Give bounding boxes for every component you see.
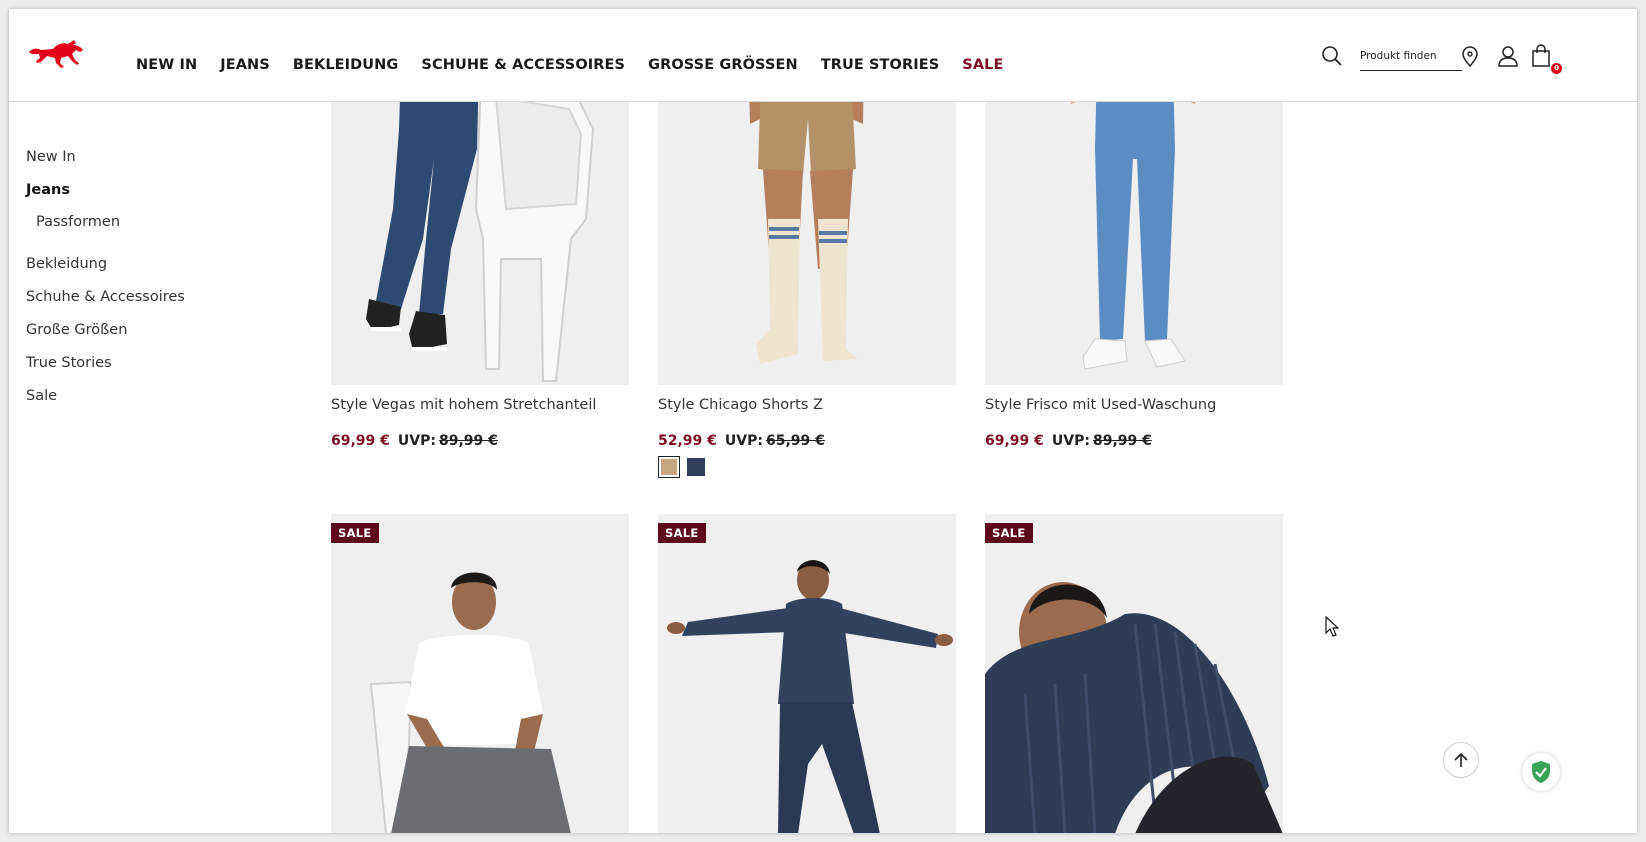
nav-grosse-groessen[interactable]: GROSSE GRÖSSEN <box>648 57 798 73</box>
location-pin-icon[interactable] <box>1461 46 1479 68</box>
nav-true-stories[interactable]: TRUE STORIES <box>821 57 940 73</box>
uvp-label: UVP: <box>1051 433 1090 449</box>
trust-badge[interactable] <box>1522 753 1560 791</box>
sidebar-item-bekleidung[interactable]: Bekleidung <box>26 248 286 281</box>
nav-sale[interactable]: SALE <box>962 57 1003 73</box>
nav-jeans[interactable]: JEANS <box>220 57 270 73</box>
product-photo-white-tee-seated <box>331 514 629 833</box>
main-nav: NEW IN JEANS BEKLEIDUNG SCHUHE & ACCESSO… <box>136 57 1027 73</box>
product-photo-navy-sweater-dancing <box>658 514 956 833</box>
sale-price: 69,99 € <box>985 433 1044 449</box>
sale-badge: SALE <box>331 523 379 543</box>
cart-count-badge: 0 <box>1551 63 1562 74</box>
product-title[interactable]: Style Chicago Shorts Z <box>658 397 823 413</box>
shopping-bag-icon[interactable] <box>1531 44 1551 68</box>
color-swatches <box>658 456 705 478</box>
product-image[interactable] <box>658 514 956 833</box>
color-swatch-beige[interactable] <box>658 456 680 478</box>
original-price: 65,99 € <box>765 433 825 449</box>
product-image[interactable] <box>331 514 629 833</box>
sidebar-item-grosse-groessen[interactable]: Große Größen <box>26 314 286 347</box>
product-image[interactable] <box>985 514 1283 833</box>
search-icon[interactable] <box>1321 45 1343 67</box>
product-title[interactable]: Style Vegas mit hohem Stretchanteil <box>331 397 596 413</box>
arrow-up-icon <box>1454 752 1468 767</box>
search-input[interactable] <box>1360 47 1462 71</box>
sidebar-item-jeans[interactable]: Jeans <box>26 174 286 207</box>
nav-new-in[interactable]: NEW IN <box>136 57 197 73</box>
category-sidebar: New In Jeans Passformen Bekleidung Schuh… <box>26 141 286 413</box>
mustang-horse-logo-icon[interactable] <box>27 36 87 70</box>
nav-bekleidung[interactable]: BEKLEIDUNG <box>293 57 399 73</box>
account-icon[interactable] <box>1497 45 1519 67</box>
site-header: NEW IN JEANS BEKLEIDUNG SCHUHE & ACCESSO… <box>9 9 1637 102</box>
original-price: 89,99 € <box>1092 433 1152 449</box>
back-to-top-button[interactable] <box>1443 742 1479 778</box>
color-swatch-navy[interactable] <box>687 458 705 476</box>
product-price: 69,99 € UVP: 89,99 € <box>985 433 1152 449</box>
product-photo-knit-sweater-closeup <box>985 514 1283 833</box>
sidebar-item-sale[interactable]: Sale <box>26 380 286 413</box>
uvp-label: UVP: <box>724 433 763 449</box>
sidebar-item-true-stories[interactable]: True Stories <box>26 347 286 380</box>
sidebar-item-schuhe-accessoires[interactable]: Schuhe & Accessoires <box>26 281 286 314</box>
uvp-label: UVP: <box>397 433 436 449</box>
sidebar-item-passformen[interactable]: Passformen <box>26 207 286 238</box>
shield-check-icon <box>1532 761 1550 783</box>
sale-price: 52,99 € <box>658 433 717 449</box>
sale-price: 69,99 € <box>331 433 390 449</box>
product-title[interactable]: Style Frisco mit Used-Waschung <box>985 397 1216 413</box>
sale-badge: SALE <box>658 523 706 543</box>
original-price: 89,99 € <box>438 433 498 449</box>
nav-schuhe-accessoires[interactable]: SCHUHE & ACCESSOIRES <box>421 57 625 73</box>
product-price: 52,99 € UVP: 65,99 € <box>658 433 825 449</box>
product-price: 69,99 € UVP: 89,99 € <box>331 433 498 449</box>
sidebar-item-new-in[interactable]: New In <box>26 141 286 174</box>
mouse-cursor-icon <box>1325 616 1339 637</box>
sale-badge: SALE <box>985 523 1033 543</box>
browser-window: NEW IN JEANS BEKLEIDUNG SCHUHE & ACCESSO… <box>9 9 1637 833</box>
